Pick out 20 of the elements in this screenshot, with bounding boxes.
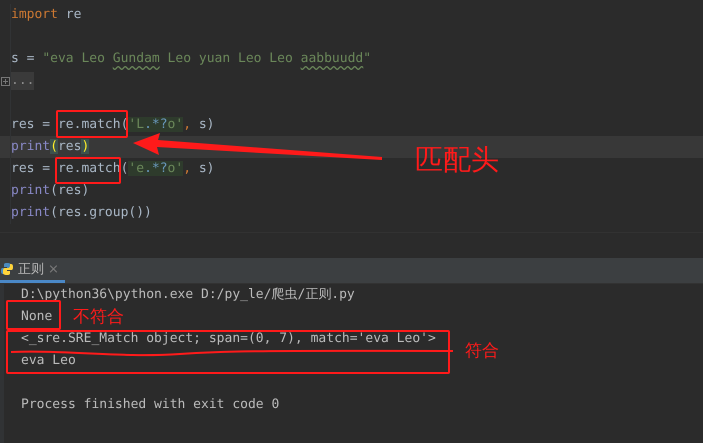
tab-label: 正则 xyxy=(18,261,44,278)
code-line: s = "eva Leo Gundam Leo yuan Leo Leo aabbuudd" xyxy=(11,50,372,68)
folded-code[interactable]: ... xyxy=(11,72,34,90)
code-line: res = re.match('L.*?o', s) xyxy=(11,116,215,134)
highlight-box xyxy=(56,110,128,138)
code-line: print(res) xyxy=(11,182,90,200)
console-line: D:\python36\python.exe D:/py_le/爬虫/正则.py xyxy=(21,286,355,304)
annotation-text: 符合 xyxy=(465,343,499,360)
python-icon xyxy=(0,262,14,276)
console-line: None xyxy=(21,308,52,326)
console-line: <_sre.SRE_Match object; span=(0, 7), match='eva Leo'> xyxy=(21,330,436,348)
code-line: print(res) xyxy=(11,138,90,156)
expand-icon[interactable] xyxy=(1,76,10,86)
code-line: import re xyxy=(11,6,82,24)
code-line: print(res.group()) xyxy=(11,204,152,222)
close-icon[interactable]: × xyxy=(48,262,59,276)
annotation-text: 不符合 xyxy=(73,309,124,326)
console-line: Process finished with exit code 0 xyxy=(21,396,280,414)
annotation-text: 匹配头 xyxy=(415,146,499,174)
console-line: eva Leo xyxy=(21,352,76,370)
